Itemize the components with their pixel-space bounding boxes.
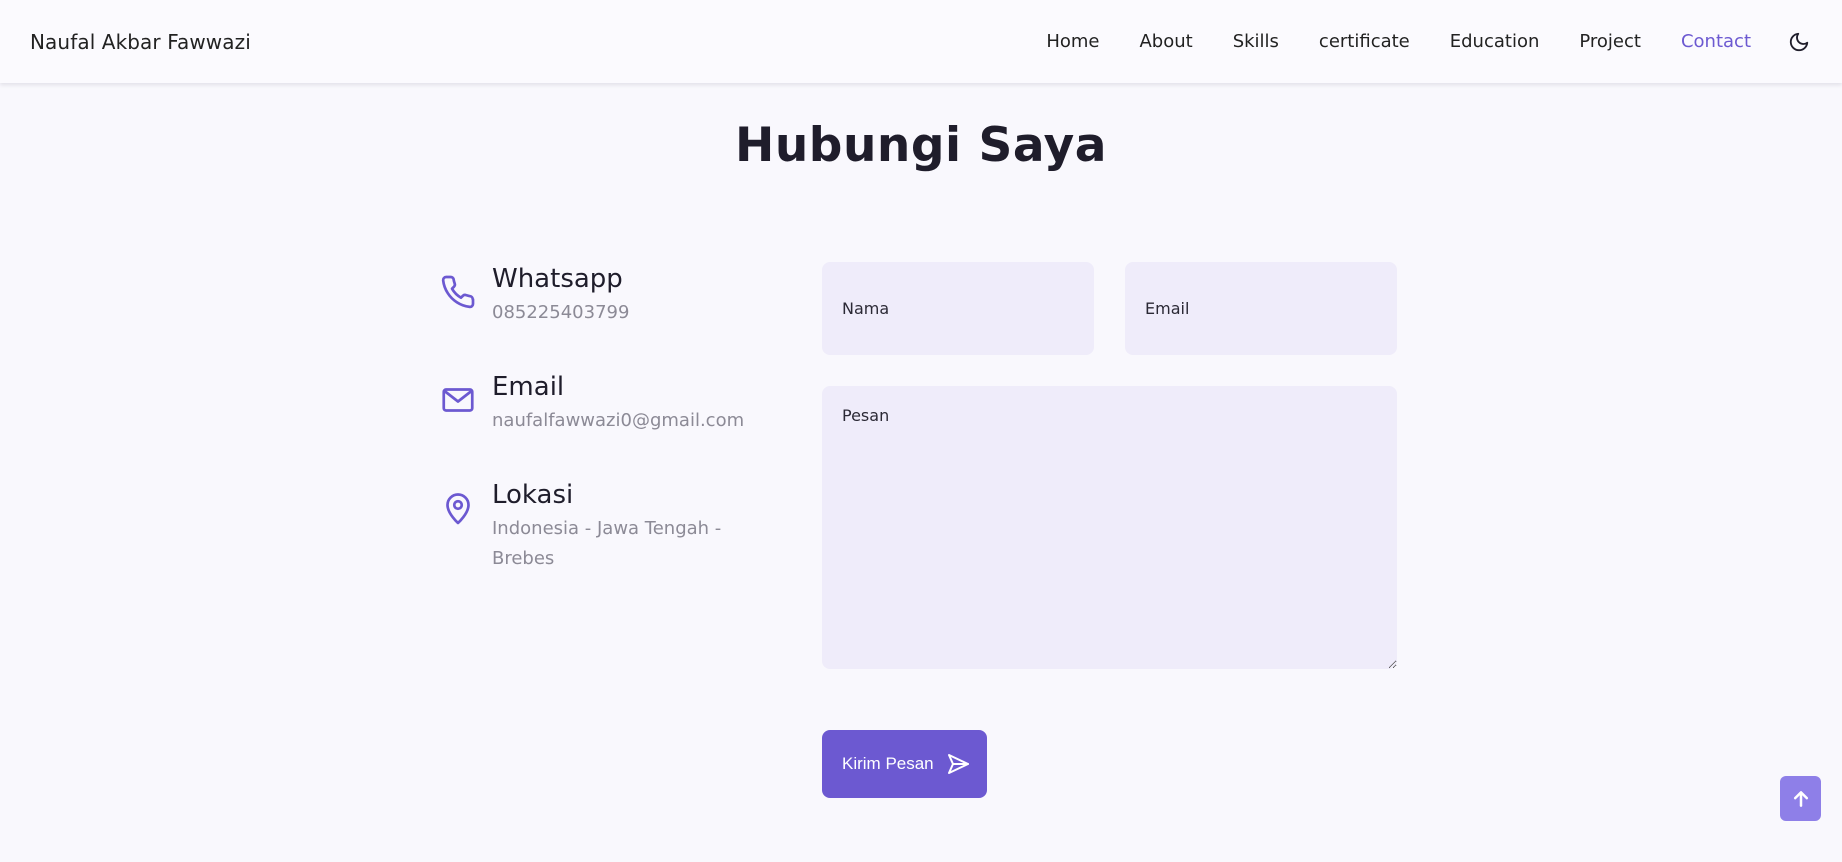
nav-about[interactable]: About [1139, 31, 1192, 52]
page-title: Hubungi Saya [735, 118, 1107, 173]
contact-location: Lokasi Indonesia - Jawa Tengah - Brebes [438, 478, 762, 574]
email-input[interactable] [1125, 262, 1397, 355]
brand-name[interactable]: Naufal Akbar Fawwazi [30, 30, 251, 54]
contact-email: Email naufalfawwazi0@gmail.com [438, 370, 762, 436]
send-message-button[interactable]: Kirim Pesan [822, 730, 987, 798]
phone-icon [438, 272, 478, 312]
contact-title: Lokasi [492, 480, 574, 510]
nav-contact[interactable]: Contact [1681, 31, 1751, 52]
name-input[interactable] [822, 262, 1094, 355]
arrow-up-icon [1791, 789, 1811, 809]
contact-title: Email [492, 372, 565, 402]
nav-project[interactable]: Project [1579, 31, 1641, 52]
message-textarea[interactable] [822, 386, 1397, 669]
site-header: Naufal Akbar Fawwazi Home About Skills c… [0, 0, 1842, 83]
mail-icon [438, 380, 478, 420]
send-button-label: Kirim Pesan [842, 754, 934, 773]
contact-value: 085225403799 [492, 302, 630, 323]
contact-value: naufalfawwazi0@gmail.com [492, 410, 745, 431]
nav-home[interactable]: Home [1046, 31, 1099, 52]
scroll-to-top-button[interactable] [1780, 776, 1821, 821]
moon-icon[interactable] [1786, 29, 1812, 55]
contact-whatsapp: Whatsapp 085225403799 [438, 262, 762, 328]
contact-value: Indonesia - Jawa Tengah - Brebes [492, 518, 722, 569]
nav-education[interactable]: Education [1450, 31, 1540, 52]
main-nav: Home About Skills certificate Education … [1046, 29, 1812, 55]
contact-title: Whatsapp [492, 264, 623, 294]
location-pin-icon [438, 488, 478, 528]
nav-skills[interactable]: Skills [1233, 31, 1279, 52]
nav-certificate[interactable]: certificate [1319, 31, 1410, 52]
send-icon [946, 752, 970, 776]
